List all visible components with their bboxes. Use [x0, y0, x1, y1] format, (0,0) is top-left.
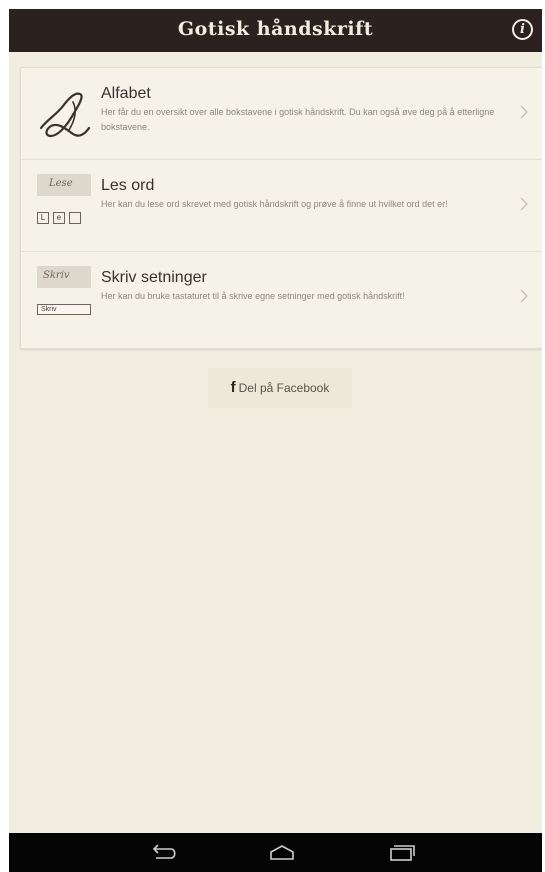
title-bar: Gotisk håndskrift i: [9, 9, 542, 52]
share-facebook-button[interactable]: f Del på Facebook: [208, 368, 352, 408]
back-icon[interactable]: [146, 843, 180, 863]
handwritten-sentence-icon: Skriv Skriv: [33, 264, 95, 330]
menu-card: Alfabet Her får du en oversikt over alle…: [20, 67, 542, 349]
app-title: Gotisk håndskrift: [177, 18, 374, 40]
menu-item-skriv-setninger[interactable]: Skriv Skriv Skriv setninger Her kan du b…: [21, 252, 542, 344]
text-field-preview: Skriv: [37, 304, 91, 315]
info-icon: i: [520, 22, 525, 37]
sentence-preview: Skriv: [37, 266, 91, 288]
chevron-right-icon: [520, 289, 528, 303]
item-title: Skriv setninger: [101, 269, 207, 286]
menu-item-alfabet[interactable]: Alfabet Her får du en oversikt over alle…: [21, 68, 542, 160]
handwritten-word-icon: Lese L e: [33, 172, 95, 238]
info-button[interactable]: i: [512, 19, 533, 40]
share-label: Del på Facebook: [238, 381, 330, 395]
menu-item-les-ord[interactable]: Lese L e Les ord Her kan du lese ord skr…: [21, 160, 542, 252]
letter-box: [69, 212, 81, 224]
letter-box: e: [53, 212, 65, 224]
item-description: Her kan du bruke tastaturet til å skrive…: [101, 291, 405, 301]
main-content: Alfabet Her får du en oversikt over alle…: [9, 52, 542, 833]
home-icon[interactable]: [265, 843, 299, 863]
item-title: Les ord: [101, 177, 155, 194]
item-description: Her kan du lese ord skrevet med gotisk h…: [101, 199, 448, 209]
word-preview-text: Lese: [49, 178, 73, 189]
chevron-right-icon: [520, 197, 528, 211]
app-screen: Gotisk håndskrift i Alfabet Her får du e…: [9, 9, 542, 872]
script-letter-icon: [39, 92, 91, 138]
recent-apps-icon[interactable]: [384, 843, 418, 863]
system-navigation-bar: [9, 833, 542, 872]
item-title: Alfabet: [101, 85, 151, 102]
chevron-right-icon: [520, 105, 528, 119]
text-field-preview-text: Skriv: [41, 306, 57, 313]
word-preview: Lese: [37, 174, 91, 196]
letter-box: L: [37, 212, 49, 224]
facebook-icon: f: [230, 379, 236, 396]
item-description: Her får du en oversikt over alle bokstav…: [101, 107, 495, 132]
sentence-preview-text: Skriv: [43, 270, 70, 281]
